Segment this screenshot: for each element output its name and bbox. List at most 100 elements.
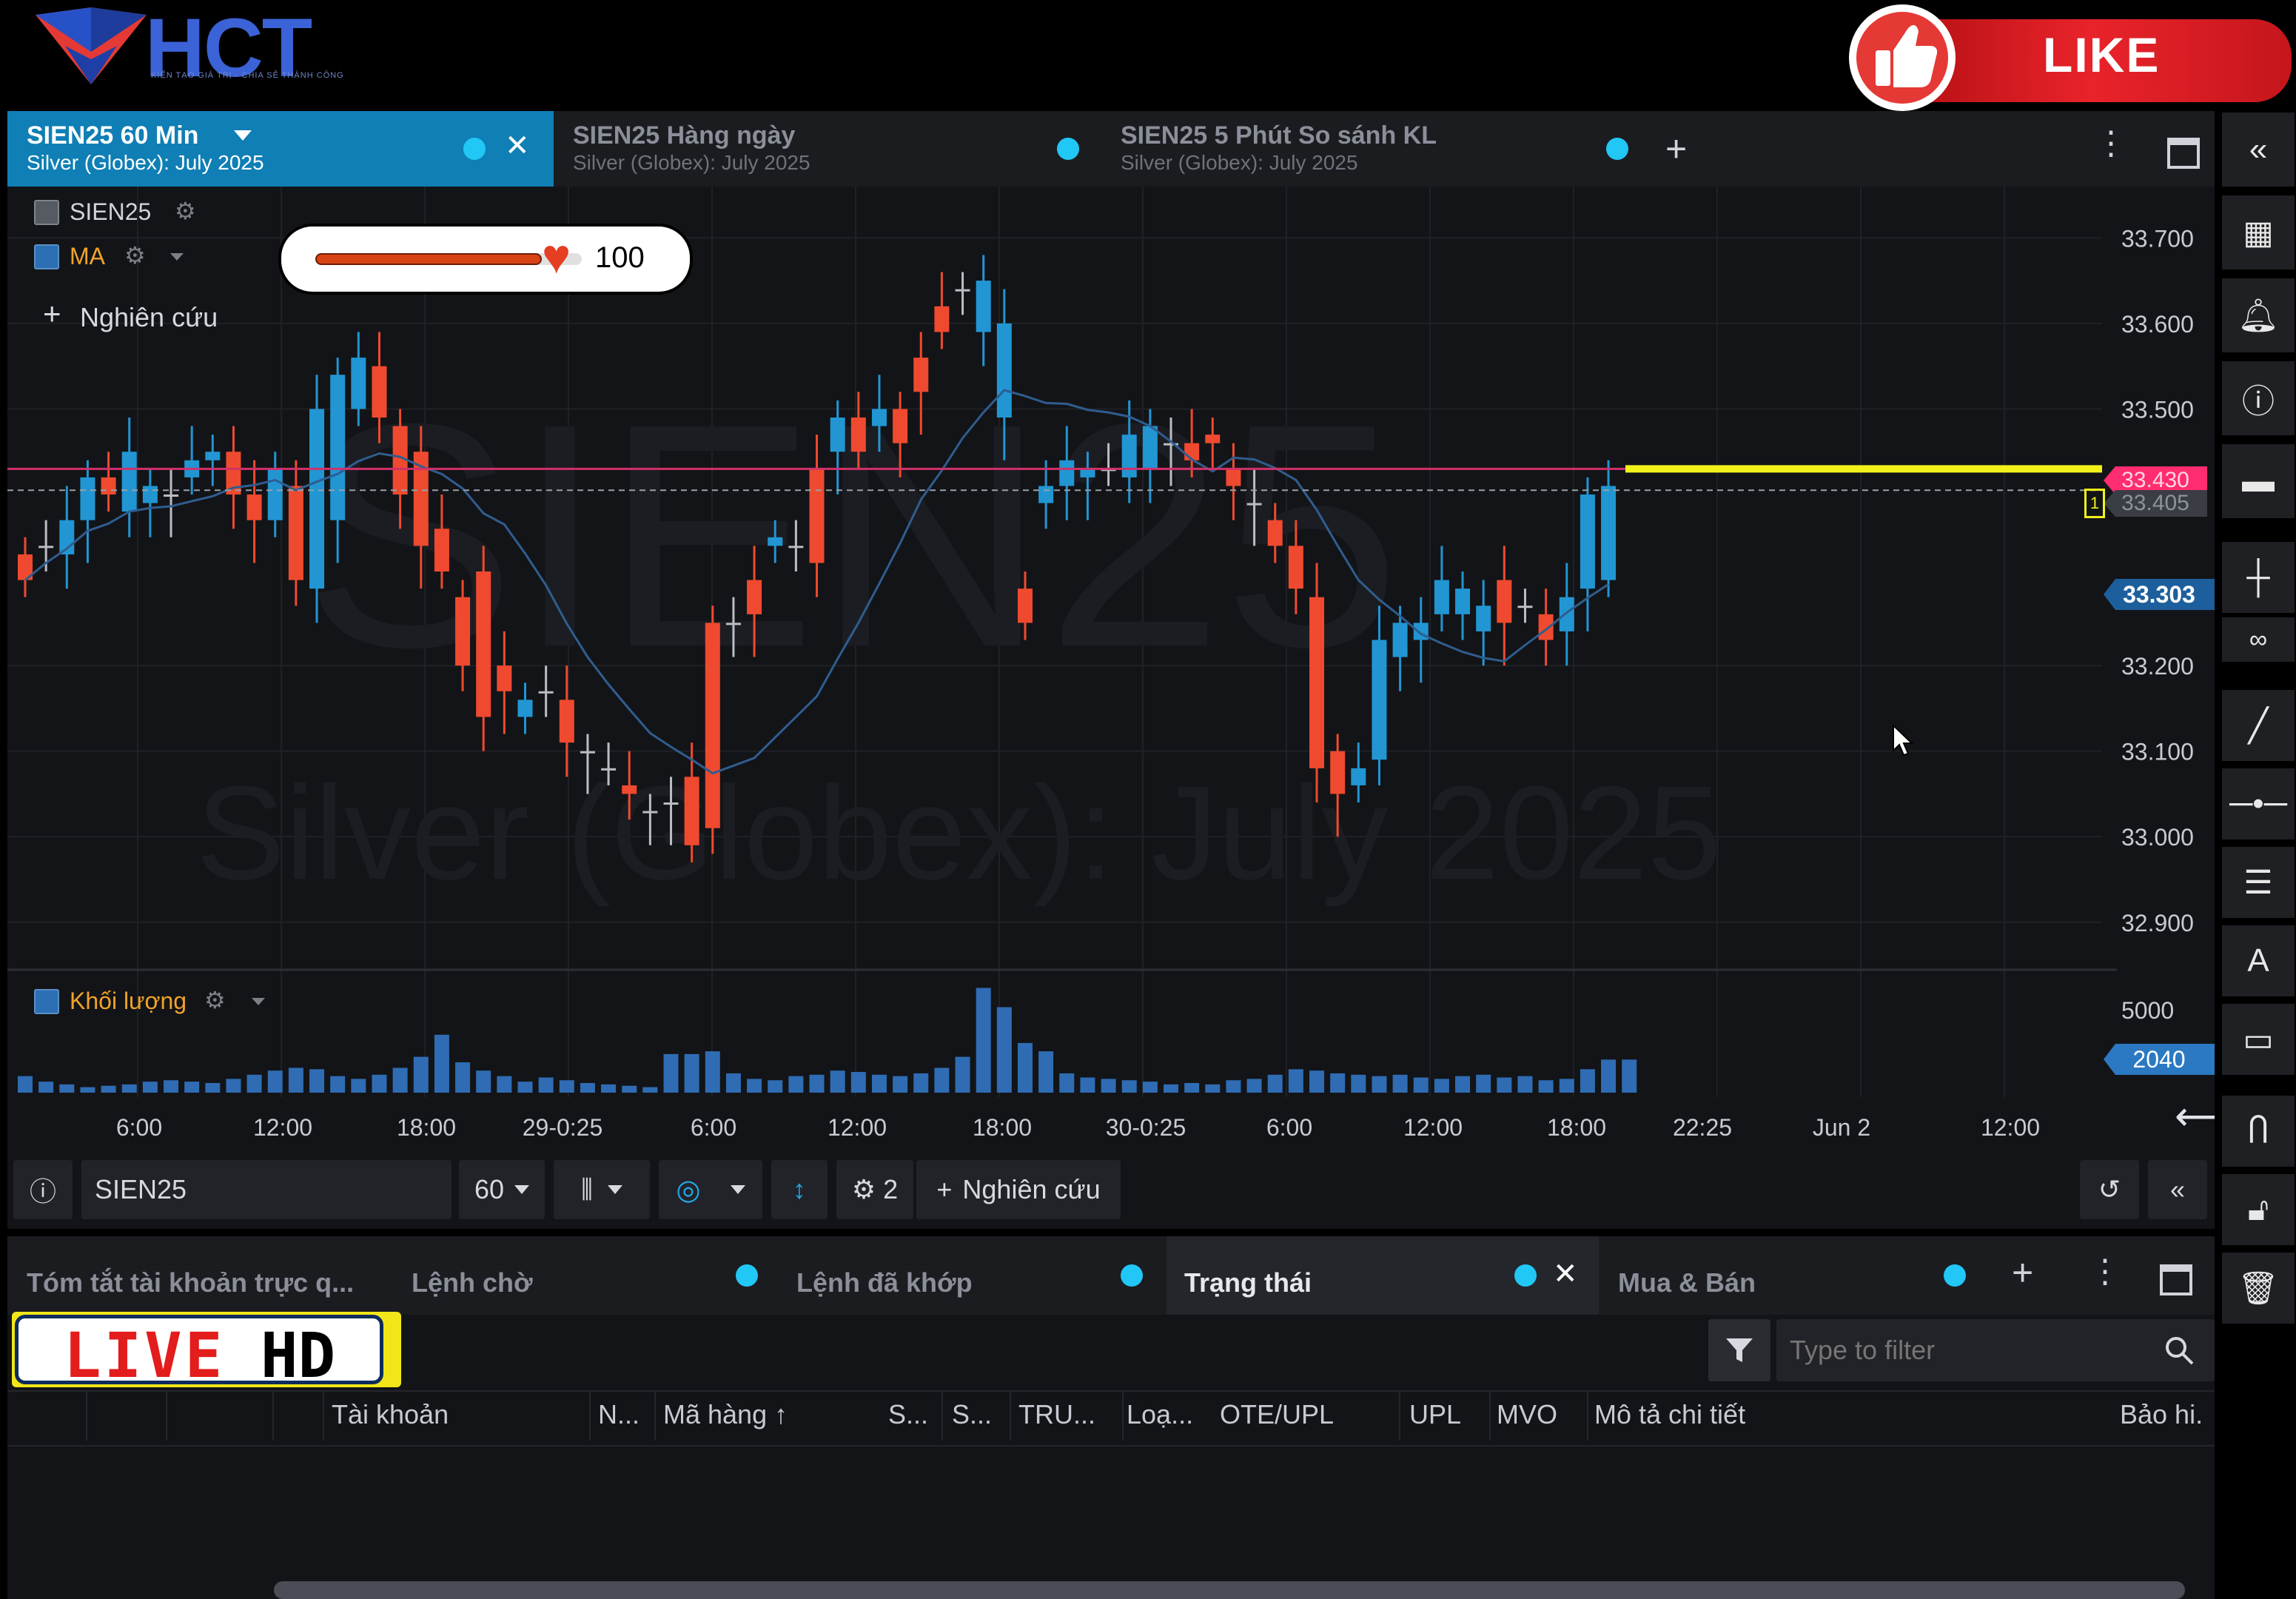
interval-select[interactable]: 60 — [459, 1160, 545, 1219]
calendar-icon[interactable]: ▦ — [2222, 195, 2295, 269]
add-tab-icon[interactable]: + — [2012, 1251, 2033, 1294]
research-button[interactable]: + Nghiên cứu — [916, 1160, 1121, 1219]
candlestick-icon: ⫼ — [581, 1175, 593, 1204]
volume-bar — [392, 1067, 408, 1093]
symbol-checkbox[interactable] — [34, 200, 59, 225]
candle — [1351, 768, 1366, 785]
chevron-down-icon[interactable] — [252, 998, 265, 1005]
maximize-icon[interactable] — [2167, 138, 2200, 169]
col-mvo[interactable]: MVO — [1497, 1399, 1557, 1430]
symbol-input[interactable]: SIEN25 — [81, 1160, 452, 1219]
candle — [1017, 589, 1033, 623]
research-link[interactable]: Nghiên cứu — [80, 302, 218, 333]
candle — [1059, 460, 1075, 486]
col-description[interactable]: Mô tả chi tiết — [1594, 1399, 1745, 1430]
volume-bar — [1538, 1080, 1554, 1093]
undo-button[interactable]: ↺ — [2080, 1160, 2139, 1219]
candle — [850, 418, 866, 452]
visibility-select[interactable]: ◎ — [659, 1160, 762, 1219]
bell-icon[interactable]: 🔔︎ — [2222, 278, 2295, 352]
filter-field[interactable] — [1776, 1319, 2215, 1381]
chevron-down-icon[interactable] — [170, 253, 184, 261]
col-type[interactable]: Loạ... — [1127, 1399, 1193, 1430]
candle — [538, 691, 554, 694]
volume-bar — [955, 1056, 970, 1093]
time-tick-label: 12:00 — [253, 1114, 312, 1141]
filter-input[interactable] — [1788, 1330, 2146, 1371]
tab-title: SIEN25 5 Phút So sánh KL — [1121, 121, 1437, 150]
gear-icon[interactable]: ⚙ — [204, 986, 226, 1014]
tab-subtitle: Silver (Globex): July 2025 — [27, 151, 264, 174]
col-ote-upl[interactable]: OTE/UPL — [1220, 1399, 1334, 1430]
auto-scale-button[interactable]: ↕ — [771, 1160, 828, 1219]
add-tab-icon[interactable]: + — [1665, 127, 1687, 170]
chart-tab-5min[interactable]: SIEN25 5 Phút So sánh KL Silver (Globex)… — [1101, 111, 1649, 187]
lock-icon[interactable]: 🔓︎ — [2222, 1174, 2295, 1245]
more-options-icon[interactable]: ⋮ — [2095, 124, 2127, 162]
magnet-icon[interactable]: Ⴖ — [2222, 1096, 2295, 1167]
candle — [164, 495, 179, 497]
candle — [205, 452, 221, 460]
chart-tab-daily[interactable]: SIEN25 Hàng ngày Silver (Globex): July 2… — [554, 111, 1101, 187]
col-s2[interactable]: S... — [952, 1399, 992, 1430]
price-chart[interactable]: SIEN25 Silver (Globex): July 2025 33.700… — [7, 187, 2215, 1149]
ma-checkbox[interactable] — [34, 244, 59, 269]
close-icon[interactable]: ✕ — [1553, 1257, 1578, 1291]
trend-line-icon[interactable]: ╱ — [2222, 690, 2295, 761]
volume-bar — [101, 1085, 116, 1093]
chevron-down-icon[interactable] — [234, 130, 252, 141]
col-n[interactable]: N... — [598, 1399, 640, 1430]
col-upl[interactable]: UPL — [1409, 1399, 1461, 1430]
volume-bar — [934, 1067, 950, 1093]
col-account[interactable]: Tài khoản — [332, 1399, 449, 1430]
close-icon[interactable]: ✕ — [505, 129, 530, 163]
volume-bar — [434, 1034, 449, 1093]
horizontal-line-icon[interactable]: ─•─ — [2222, 768, 2295, 839]
heart-icon: ♥ — [542, 229, 571, 284]
status-dot-icon — [736, 1264, 758, 1287]
collapse-button[interactable]: « — [2148, 1160, 2207, 1219]
col-tru[interactable]: TRU... — [1018, 1399, 1095, 1430]
volume-bar — [1121, 1080, 1137, 1093]
more-options-icon[interactable]: ⋮ — [2089, 1253, 2121, 1290]
horizontal-scrollbar[interactable] — [274, 1581, 2185, 1599]
fib-lines-icon[interactable]: ☰ — [2222, 847, 2295, 918]
crosshair-icon[interactable]: ┼ — [2222, 542, 2295, 613]
link-icon[interactable]: ∞ — [2222, 617, 2295, 662]
indicators-button[interactable]: ⚙ 2 — [836, 1160, 913, 1219]
info-icon[interactable]: ⓘ — [2222, 361, 2295, 435]
chart-tab-60min[interactable]: SIEN25 60 Min Silver (Globex): July 2025… — [7, 111, 554, 187]
trash-icon[interactable]: 🗑︎ — [2222, 1253, 2295, 1324]
gear-icon[interactable]: ⚙ — [124, 241, 146, 269]
last-price-label: 33.303 — [2104, 579, 2215, 610]
maximize-icon[interactable] — [2160, 1264, 2192, 1295]
col-insurance[interactable]: Bảo hi. — [2120, 1399, 2203, 1430]
volume-checkbox[interactable] — [34, 989, 59, 1014]
info-button[interactable]: ⓘ — [13, 1160, 73, 1219]
tab-positions[interactable]: Trạng thái ✕ — [1167, 1236, 1599, 1315]
candle — [1226, 469, 1241, 486]
plus-icon[interactable]: + — [43, 296, 61, 332]
filter-button[interactable] — [1708, 1319, 1770, 1381]
time-tick-label: 6:00 — [691, 1114, 736, 1141]
status-dot-icon — [1514, 1264, 1537, 1287]
col-symbol[interactable]: Mã hàng ↑ — [663, 1399, 788, 1430]
col-s1[interactable]: S... — [888, 1399, 928, 1430]
scroll-back-icon: ⟵ — [2175, 1094, 2215, 1139]
volume-bar — [1267, 1074, 1283, 1093]
comment-icon[interactable]: ▬ — [2222, 444, 2295, 518]
research-label: Nghiên cứu — [962, 1174, 1101, 1204]
candle — [1246, 503, 1262, 506]
text-tool-icon[interactable]: A — [2222, 925, 2295, 996]
candle — [1288, 546, 1303, 589]
double-chevron-left-icon[interactable]: « — [2222, 113, 2295, 187]
gear-icon[interactable]: ⚙ — [175, 197, 196, 225]
candle — [246, 495, 262, 520]
volume-bar — [1476, 1074, 1491, 1093]
slider-value: 100 — [595, 241, 645, 274]
chart-type-select[interactable]: ⫼ — [554, 1160, 650, 1219]
rectangle-tool-icon[interactable]: ▭ — [2222, 1004, 2295, 1075]
time-tick-label: 30-0:25 — [1106, 1114, 1186, 1141]
alert-marker[interactable]: 1 — [2084, 489, 2105, 518]
tab-subtitle: Silver (Globex): July 2025 — [573, 151, 810, 174]
